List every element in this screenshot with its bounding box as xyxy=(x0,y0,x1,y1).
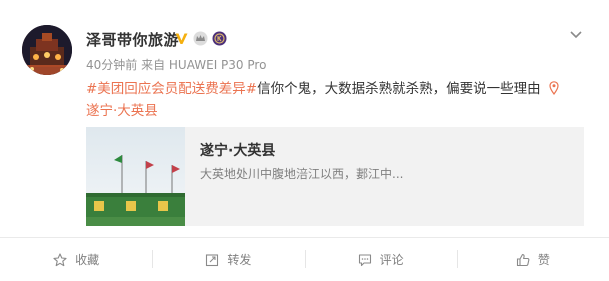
location-pin-icon[interactable] xyxy=(549,81,559,95)
favorite-button[interactable]: 收藏 xyxy=(0,238,152,281)
author-badges xyxy=(174,31,227,46)
like-label: 赞 xyxy=(537,253,550,267)
like-button[interactable]: 赞 xyxy=(456,238,609,281)
thumbs-up-icon xyxy=(516,253,530,266)
post-text: 信你个鬼，大数据杀熟就杀熟，偏要说一些理由 xyxy=(257,81,541,97)
author-name[interactable]: 泽哥带你旅游 xyxy=(86,29,179,50)
weibo-post-card: 泽哥带你旅游 40分钟前 来自 HUAWEI P30 Pro #美团回应会员配送… xyxy=(0,0,609,281)
link-card[interactable]: 遂宁·大英县 大英地处川中腹地涪江以西，郪江中... xyxy=(86,127,584,226)
link-card-thumbnail xyxy=(86,127,185,226)
action-bar: 收藏 转发 评论 赞 xyxy=(0,238,609,281)
avatar[interactable] xyxy=(22,25,72,75)
topic-link[interactable]: #美团回应会员配送费差异# xyxy=(86,81,257,97)
comment-icon xyxy=(358,253,371,266)
star-icon xyxy=(53,252,67,266)
location-link[interactable]: 遂宁·大英县 xyxy=(86,103,158,119)
post-meta: 40分钟前 来自 HUAWEI P30 Pro xyxy=(86,58,267,72)
comment-label: 评论 xyxy=(379,253,404,267)
chevron-down-icon[interactable] xyxy=(566,24,586,44)
verified-v-icon[interactable] xyxy=(174,31,189,46)
post-content: #美团回应会员配送费差异#信你个鬼，大数据杀熟就杀熟，偏要说一些理由 遂宁·大英… xyxy=(86,78,591,122)
link-card-title: 遂宁·大英县 xyxy=(200,143,276,159)
repost-label: 转发 xyxy=(227,253,252,267)
avatar-image xyxy=(22,25,72,75)
link-card-description: 大英地处川中腹地涪江以西，郪江中... xyxy=(200,167,404,181)
favorite-label: 收藏 xyxy=(75,253,100,267)
crown-icon[interactable] xyxy=(193,31,208,46)
comment-button[interactable]: 评论 xyxy=(304,238,457,281)
member-badge-icon[interactable] xyxy=(212,31,227,46)
repost-icon xyxy=(206,253,219,266)
repost-button[interactable]: 转发 xyxy=(152,238,304,281)
